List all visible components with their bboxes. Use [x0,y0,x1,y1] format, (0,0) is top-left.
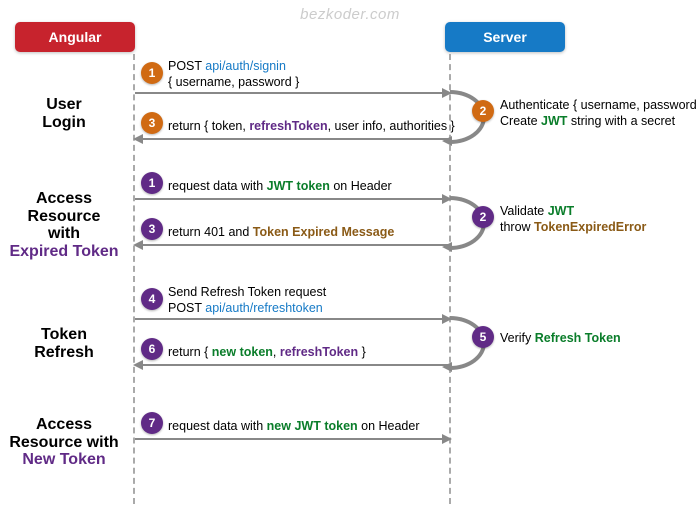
text: api/auth/refreshtoken [205,301,322,315]
text: on Header [358,419,420,433]
arrow-right [135,438,450,440]
text: new token [212,345,273,359]
text: throw [500,220,534,234]
arrow-right [135,318,450,320]
step-badge-5: 5 [472,326,494,348]
text: JWT [541,114,567,128]
msg-expired-2: Validate JWT throw TokenExpiredError [500,203,646,236]
text: Token Expired Message [253,225,395,239]
text: request data with [168,419,267,433]
text: Login [42,114,86,131]
msg-refresh-6: return { new token, refreshToken } [168,344,366,360]
msg-refresh-5: Verify Refresh Token [500,330,621,346]
text: POST [168,59,205,73]
text: POST [168,301,205,315]
text: Access [36,416,92,433]
text: string with a secret [567,114,675,128]
text: with [48,225,80,242]
text: return { token, [168,119,249,133]
text: Resource [28,208,101,225]
text: Validate [500,204,548,218]
msg-login-2: Authenticate { username, password } Crea… [500,97,700,130]
step-badge-2b: 2 [472,206,494,228]
text: refreshToken [280,345,358,359]
text: { username, password } [168,75,299,89]
step-badge-2: 2 [472,100,494,122]
text: request data with [168,179,267,193]
text: Authenticate { username, password } [500,98,700,112]
text: , user info, authorities } [328,119,455,133]
text: User [46,96,82,113]
section-title-expired: Access Resource with Expired Token [0,190,128,260]
sequence-diagram: bezkoder.com Angular Server User Login P… [0,0,700,510]
text: JWT [548,204,574,218]
text: Access [36,190,92,207]
section-title-refresh: Token Refresh [0,326,128,361]
text: New Token [0,451,128,469]
step-badge-3b: 3 [141,218,163,240]
text: , [273,345,280,359]
msg-login-1: POST api/auth/signin { username, passwor… [168,58,299,91]
arrow-right [135,198,450,200]
text: refreshToken [249,119,327,133]
section-title-newtoken: Access Resource with New Token [0,416,128,469]
text: Token [41,326,87,343]
text: return 401 and [168,225,253,239]
arrow-left [135,244,450,246]
step-badge-1b: 1 [141,172,163,194]
arrow-left [135,364,450,366]
msg-refresh-4: Send Refresh Token request POST api/auth… [168,284,326,317]
text: Create [500,114,541,128]
arrow-left [135,138,450,140]
lifeline-angular [133,54,135,504]
participant-angular: Angular [15,22,135,52]
msg-expired-3: return 401 and Token Expired Message [168,224,394,240]
text: JWT token [267,179,330,193]
step-badge-4: 4 [141,288,163,310]
msg-login-3: return { token, refreshToken, user info,… [168,118,455,134]
text: } [358,345,366,359]
step-badge-3: 3 [141,112,163,134]
text: Verify [500,331,535,345]
text: Refresh Token [535,331,621,345]
text: Expired Token [0,243,128,261]
msg-expired-1: request data with JWT token on Header [168,178,392,194]
text: new JWT token [267,419,358,433]
msg-newtok-7: request data with new JWT token on Heade… [168,418,420,434]
text: on Header [330,179,392,193]
text: api/auth/signin [205,59,286,73]
participant-server: Server [445,22,565,52]
text: return { [168,345,212,359]
arrow-right [135,92,450,94]
text: Resource with [9,434,118,451]
text: Refresh [34,344,94,361]
step-badge-6: 6 [141,338,163,360]
watermark: bezkoder.com [0,6,700,23]
section-title-login: User Login [0,96,128,131]
step-badge-1: 1 [141,62,163,84]
text: Send Refresh Token request [168,285,326,299]
step-badge-7: 7 [141,412,163,434]
text: TokenExpiredError [534,220,646,234]
